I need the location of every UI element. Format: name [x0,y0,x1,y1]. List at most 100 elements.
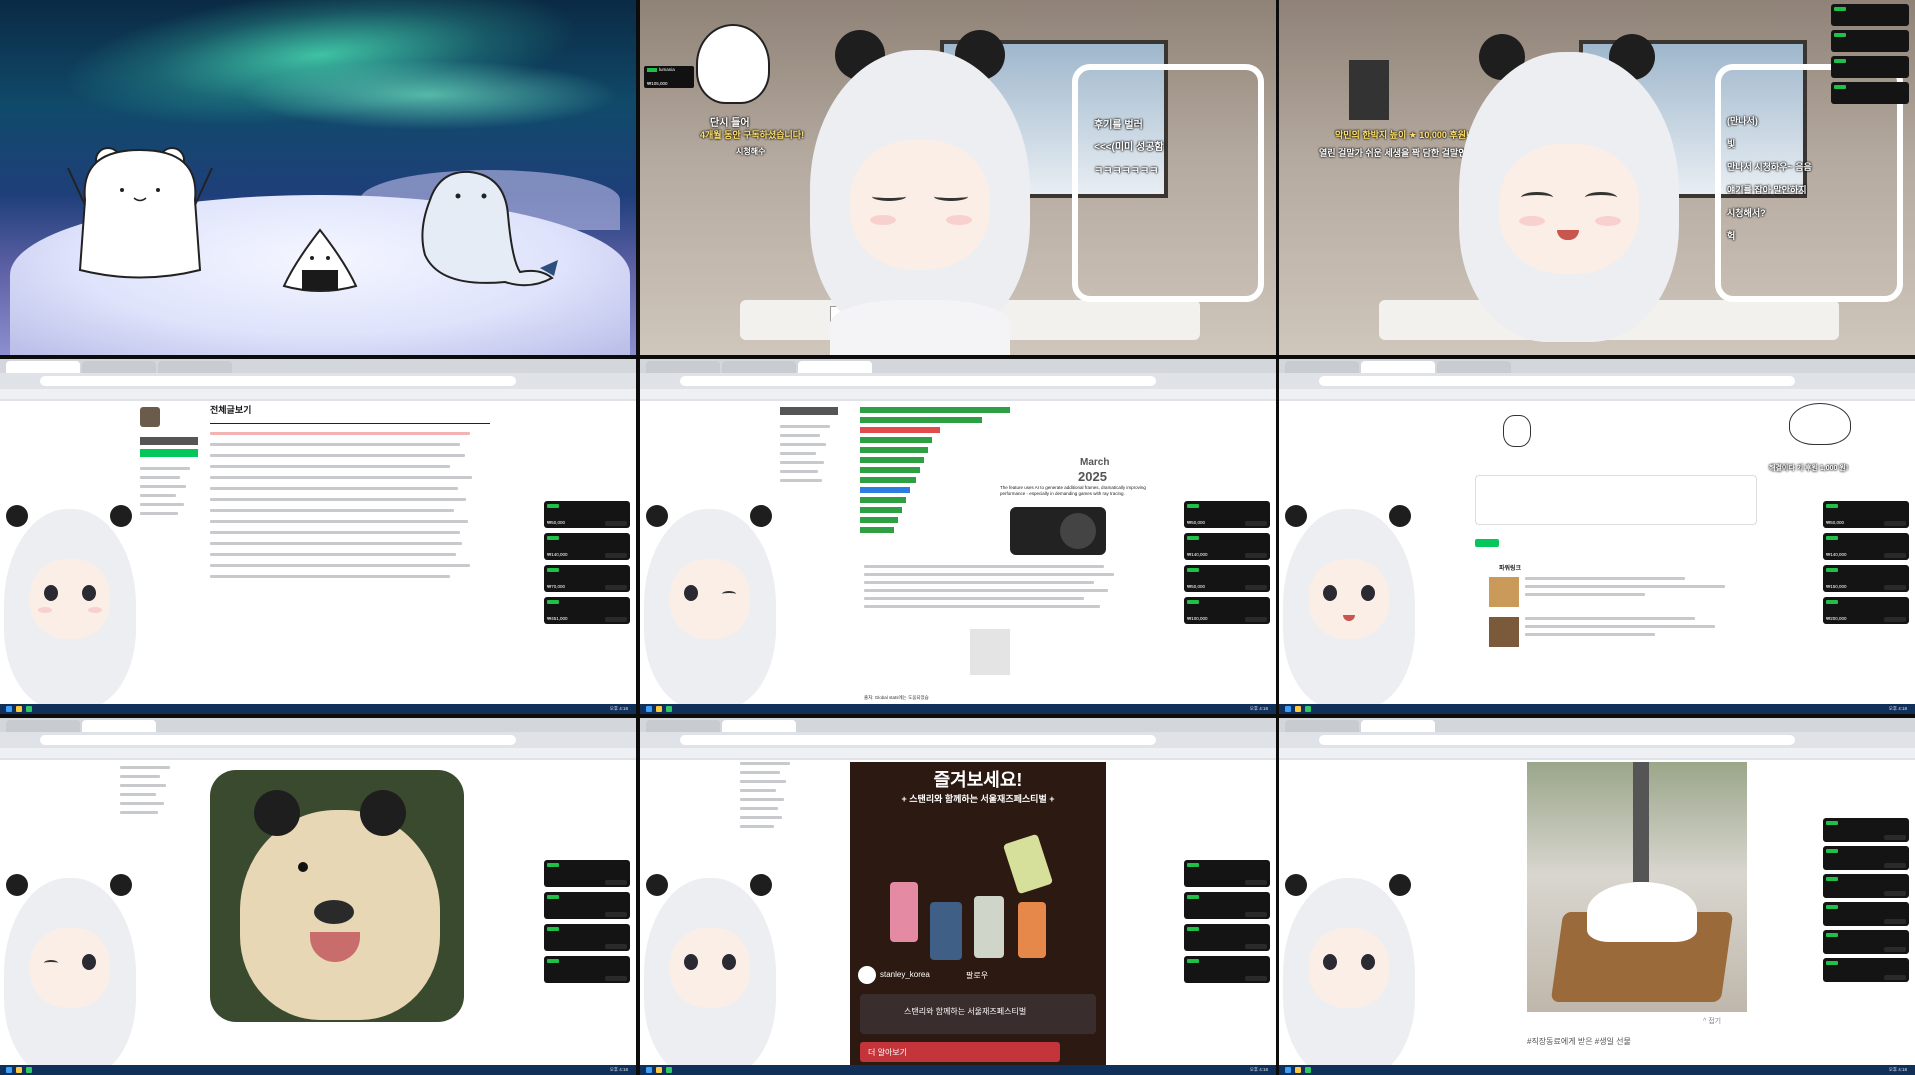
tab[interactable] [1285,361,1359,373]
bar [860,407,1010,413]
address-bar[interactable] [1319,735,1795,745]
left-eye-smile [1521,192,1553,203]
ad-subtitle: + 스탠리와 함께하는 서울재즈페스티벌 + [901,794,1055,804]
bear-sticker [970,629,1010,675]
bookmarks-bar [1279,389,1915,399]
vtuber-avatar [640,868,780,1075]
taskbar-clock: 오후 4:18 [609,1067,628,1072]
stanley-ad-screen: 즐겨보세요! + 스탠리와 함께하는 서울재즈페스티벌 + stanley_ko… [640,718,1276,1075]
bubble-line-2: <<<(미미 성공함 [1094,142,1164,153]
stanley-ad[interactable]: 즐겨보세요! + 스탠리와 함께하는 서울재즈페스티벌 + stanley_ko… [850,762,1106,1075]
tab[interactable] [82,720,156,732]
tab[interactable] [646,361,720,373]
taskbar: 오후 4:18 [640,704,1276,714]
tab[interactable] [646,720,720,732]
gpu-article-screen: March 2025 The feature uses AI to genera… [640,359,1276,714]
tumbler [1002,833,1054,895]
vtuber-avatar [0,499,140,709]
brand-avatar[interactable] [858,966,876,984]
address-bar[interactable] [40,376,516,386]
polar-bear-photo [210,770,464,1022]
card-text: 스탠리와 함께하는 서울재즈페스티벌 [904,1007,1027,1016]
bubble-line-1: 후기를 벌러 [1094,120,1143,131]
bubble-line-5: 시청해서? [1727,208,1766,218]
like-button[interactable] [1475,539,1499,547]
bubble-line-3: 만나서 시청하우~ 음음 [1727,162,1812,172]
tab[interactable] [798,361,872,373]
donation-notes [1184,860,1270,983]
left-eye-closed [872,192,906,201]
bar [860,417,982,423]
caption-line-2: 4개월 동안 구독하셨습니다! [700,130,805,140]
address-bar[interactable] [40,735,516,745]
taskbar: 오후 4:18 [0,1065,636,1075]
donation-caption: 해결이다 기 후원 1,000 원! [1769,465,1849,472]
tab[interactable] [1361,720,1435,732]
bubble-line-6: 헉 [1727,231,1736,241]
comment-box[interactable] [1475,475,1757,525]
bar [860,507,902,513]
ad-list [1489,577,1759,647]
vtuber-avatar [640,499,780,709]
donation-notes [1823,818,1909,982]
address-bar[interactable] [680,735,1156,745]
chibi-sticker [696,24,770,104]
learn-more-button[interactable]: 더 알아보기 [860,1042,1060,1062]
tab[interactable] [722,720,796,732]
stream-room-scene-2: 악민의 한박지 높이 ★ 10,000 후원! 열린 걸말가 쉬운 세생을 꽉 … [1279,0,1915,355]
tab[interactable] [6,720,80,732]
browser-chrome [640,718,1276,760]
tumbler [930,902,962,960]
tab[interactable] [6,361,80,373]
tab[interactable] [1285,720,1359,732]
bubble-line-4: 얘기를 잡아 말안하지 [1727,185,1807,195]
donation-notes: ₩50,000 ₩140,000 ₩150,000 ₩200,000 [1823,501,1909,624]
tab[interactable] [82,361,156,373]
donation-overlay: lumania ₩105,000 [644,66,694,88]
taskbar-clock: 오후 4:18 [1888,706,1907,711]
bear-mascot [67,147,213,279]
vtuber-avatar [0,868,140,1075]
bar [860,487,910,493]
cafe-board-screen: 전체글보기 ₩50,000 ₩140,000 ₩70,000 ₩451,000 [0,359,636,714]
right-eye-closed [934,192,968,201]
caption-line-3: 시청해수 [736,147,766,156]
donation-notes: ₩50,000 ₩140,000 ₩70,000 ₩451,000 [544,501,630,624]
address-bar[interactable] [680,376,1156,386]
tab[interactable] [722,361,796,373]
tab[interactable] [1361,361,1435,373]
address-bar[interactable] [1319,376,1795,386]
tumbler [1018,902,1046,958]
cafe-sidebar [140,407,200,647]
vtuber-avatar [1279,499,1419,709]
taskbar-clock: 오후 4:18 [609,706,628,711]
follow-button[interactable]: 팔로우 [966,970,988,981]
donation-notes [1831,4,1909,104]
account-name[interactable]: stanley_korea [880,970,930,979]
tab[interactable] [1437,361,1511,373]
bar [860,457,924,463]
wink-eye [722,591,736,597]
bar [860,427,940,433]
bookmarks-bar [640,389,1276,399]
browser-chrome [640,359,1276,401]
aurora-scene [0,0,636,355]
cake-photo [1527,762,1747,1012]
footnote: 출처: Global stats에는 도움되었습 [864,695,929,700]
tumbler [974,896,1004,958]
overlay-amount: ₩105,000 [647,81,668,86]
bar [860,517,898,523]
cafe-sidebar [780,407,840,647]
bear-doodle [1503,415,1531,447]
bear-doodle-right [1789,403,1851,445]
right-eye-smile [1585,192,1617,203]
learn-more-label: 더 알아보기 [868,1048,908,1057]
taskbar: 오후 4:18 [1279,1065,1915,1075]
taskbar: 오후 4:18 [0,704,636,714]
bubble-line-3: ㅋㅋㅋㅋㅋㅋㅋ [1094,166,1159,177]
fold-toggle[interactable]: ^ 접기 [1703,1016,1721,1026]
tab[interactable] [158,361,232,373]
mascots [67,147,558,292]
hashtags[interactable]: #직장동료에게 받은 #생일 선물 [1527,1036,1631,1047]
ad-card: 스탠리와 함께하는 서울재즈페스티벌 [860,994,1096,1034]
